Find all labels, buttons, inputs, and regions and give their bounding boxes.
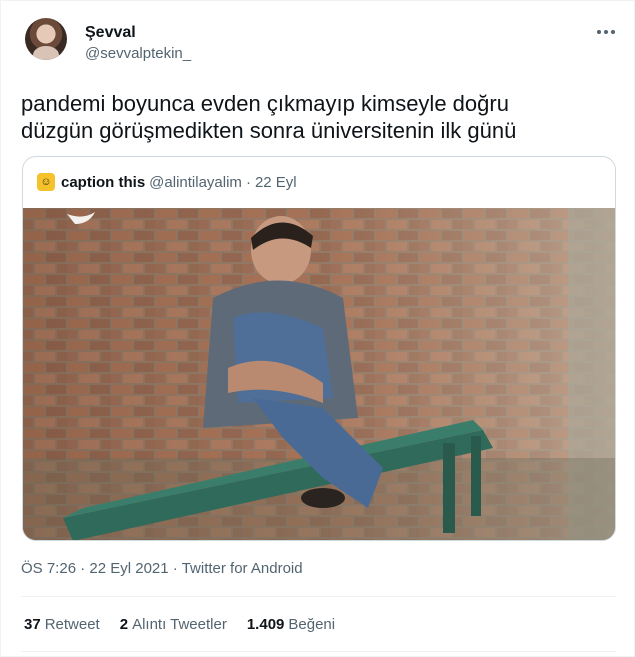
author-display-name[interactable]: Şevval <box>85 24 136 42</box>
likes-label: Beğeni <box>288 616 336 633</box>
retweets-stat[interactable]: 37 Retweet <box>24 615 100 635</box>
meta-separator: · <box>172 560 178 577</box>
divider <box>21 651 616 652</box>
tweet-text: pandemi boyunca evden çıkmayıp kimseyle … <box>21 90 611 144</box>
quote-tweets-label: Alıntı Tweetler <box>132 616 227 633</box>
meta-separator: · <box>80 560 86 577</box>
likes-count: 1.409 <box>246 616 285 633</box>
tweet-card: Şevval @sevvalptekin_ pandemi boyunca ev… <box>0 0 635 657</box>
quoted-tweet-image[interactable] <box>23 208 615 540</box>
quoted-display-name[interactable]: caption this <box>61 174 145 191</box>
quoted-tweet-header: ☺ caption this @alintilayalim · 22 Eyl <box>37 172 297 192</box>
tweet-stats: 37 Retweet 2 Alıntı Tweetler 1.409 Beğeni <box>24 615 335 635</box>
quote-tweets-count: 2 <box>119 616 129 633</box>
retweets-label: Retweet <box>44 616 100 633</box>
author-avatar[interactable] <box>25 18 67 60</box>
quoted-tweet[interactable]: ☺ caption this @alintilayalim · 22 Eyl <box>22 156 616 541</box>
likes-stat[interactable]: 1.409 Beğeni <box>247 615 335 635</box>
retweets-count: 37 <box>24 616 41 633</box>
caption-this-logo-icon[interactable]: ☺ <box>37 173 55 191</box>
bench-photo-illustration <box>23 208 615 540</box>
quoted-date[interactable]: 22 Eyl <box>255 174 297 191</box>
tweet-source[interactable]: Twitter for Android <box>182 560 303 577</box>
tweet-time[interactable]: ÖS 7:26 <box>21 560 76 577</box>
tweet-date[interactable]: 22 Eyl 2021 <box>89 560 168 577</box>
tweet-meta: ÖS 7:26 · 22 Eyl 2021 · Twitter for Andr… <box>21 559 303 579</box>
more-options-icon[interactable] <box>595 23 617 41</box>
divider <box>21 596 616 597</box>
tweet-text-line-2: düzgün görüşmedikten sonra üniversitenin… <box>21 118 517 143</box>
tweet-text-line-1: pandemi boyunca evden çıkmayıp kimseyle … <box>21 91 509 116</box>
quoted-handle[interactable]: @alintilayalim <box>149 174 242 191</box>
quote-tweets-stat[interactable]: 2 Alıntı Tweetler <box>120 615 227 635</box>
author-handle[interactable]: @sevvalptekin_ <box>85 45 191 63</box>
separator-dot: · <box>245 173 251 191</box>
